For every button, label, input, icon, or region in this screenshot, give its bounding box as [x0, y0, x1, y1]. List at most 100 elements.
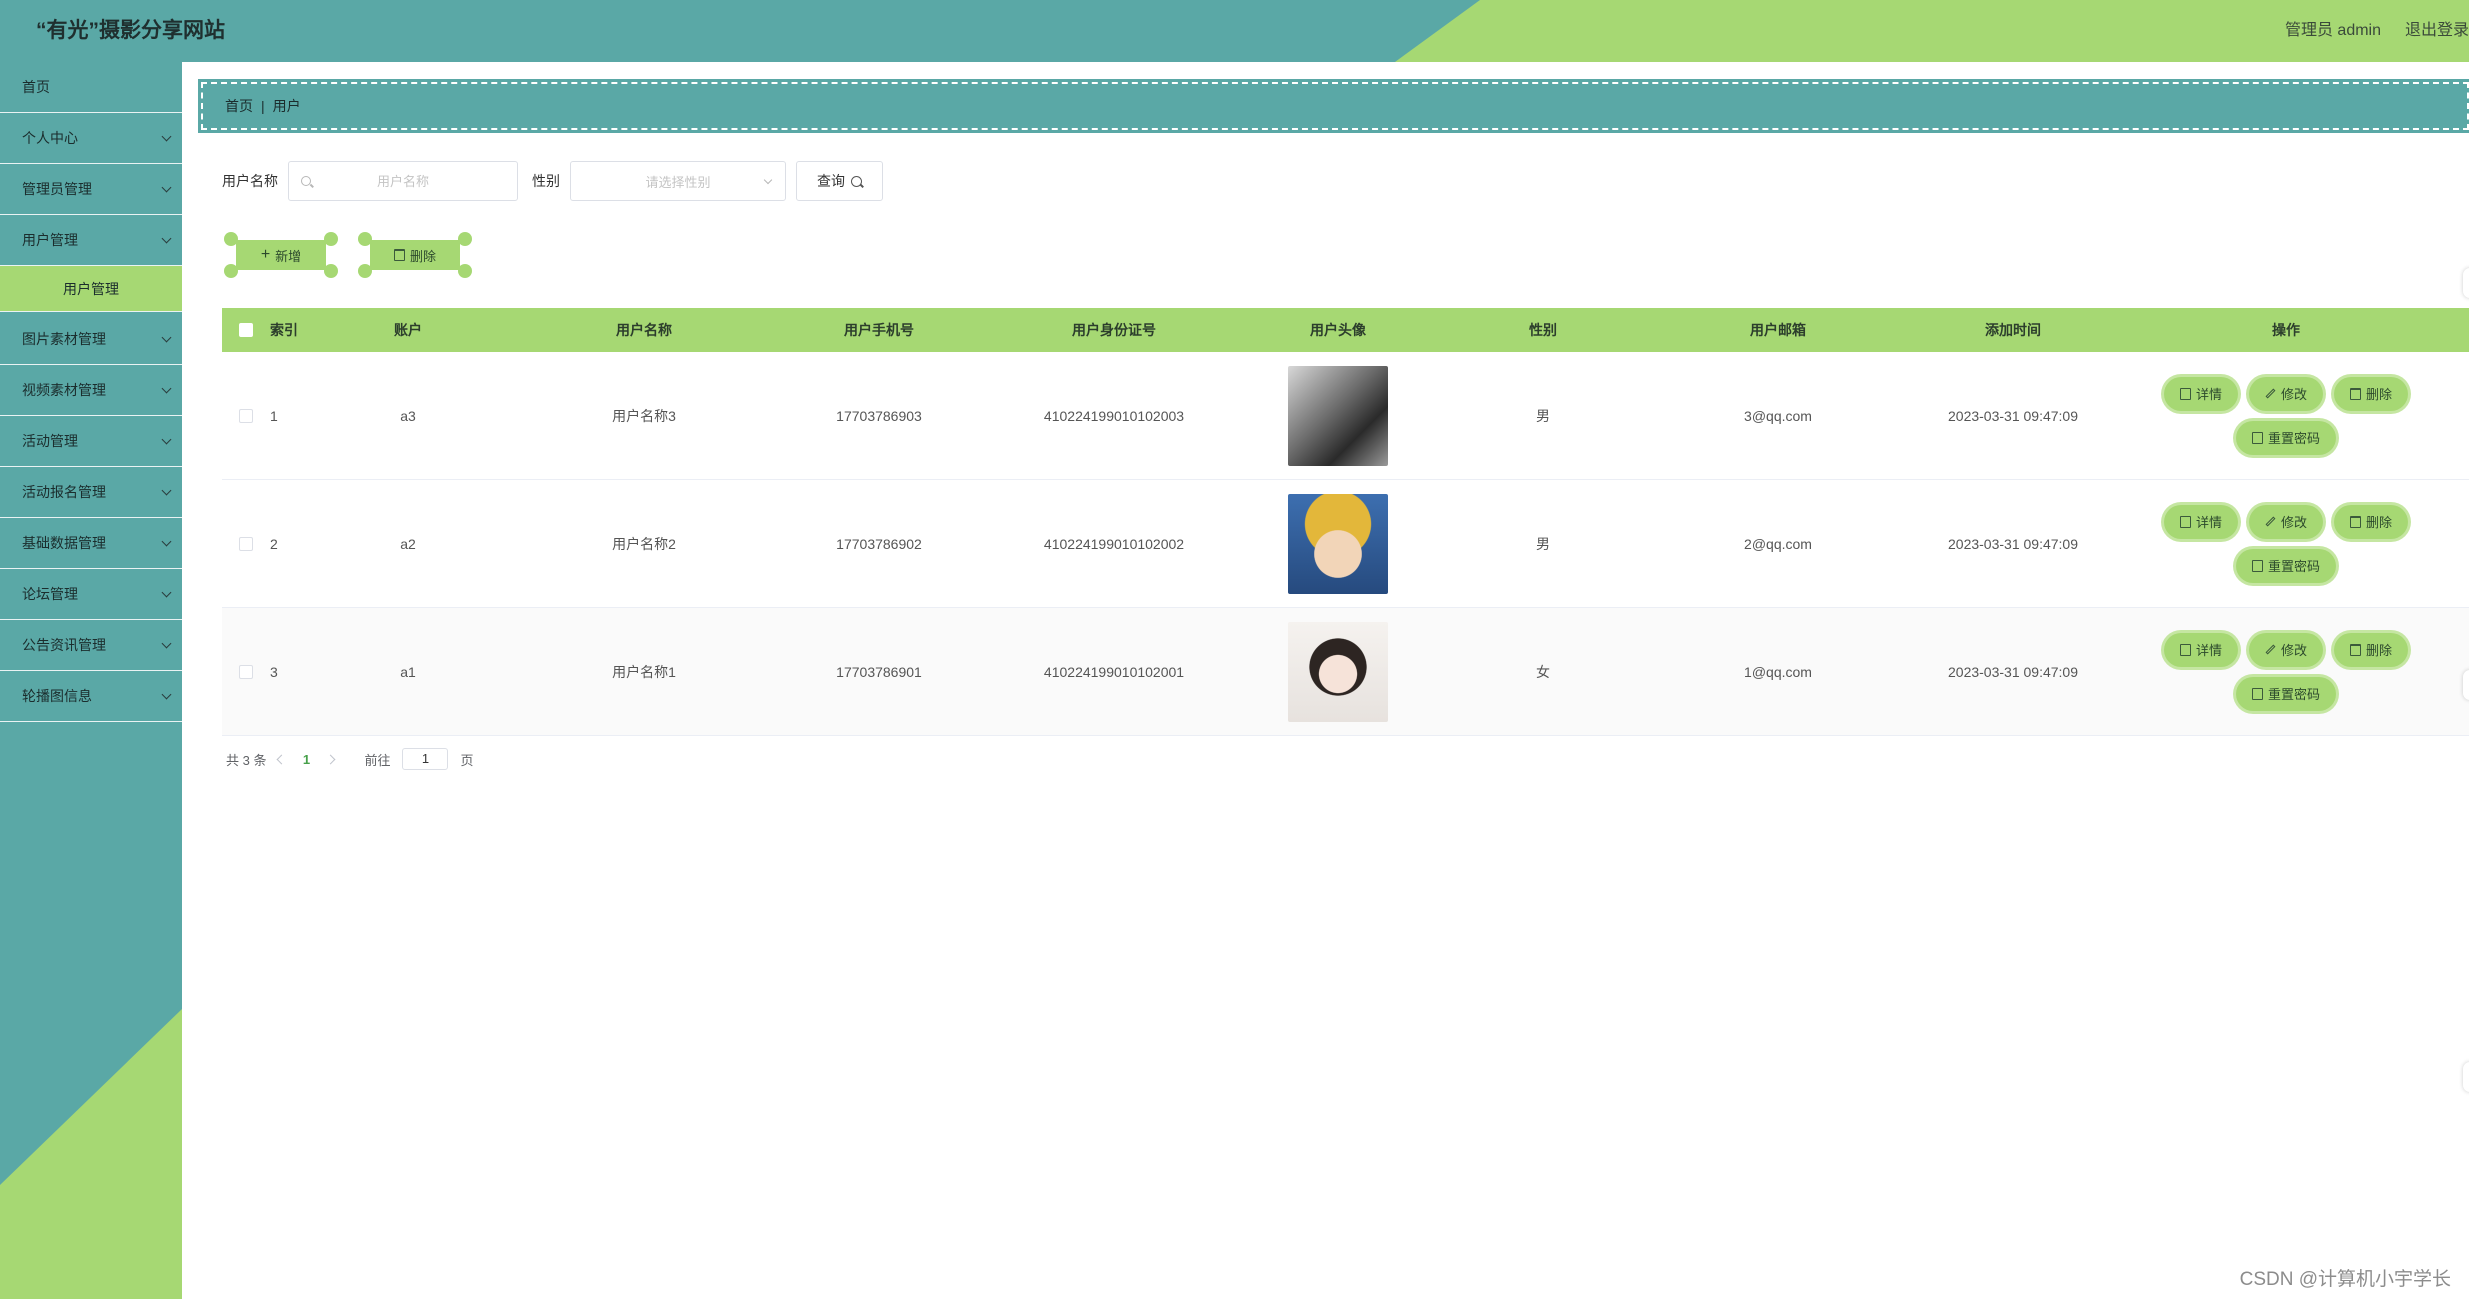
- row-checkbox[interactable]: [239, 536, 253, 551]
- chevron-left-icon[interactable]: [277, 754, 287, 764]
- sidebar-item-video-material[interactable]: 视频素材管理: [0, 365, 182, 416]
- edit-button[interactable]: 修改: [2248, 376, 2323, 411]
- cell-phone: 17703786902: [836, 535, 922, 552]
- chevron-down-icon: [161, 689, 172, 700]
- row-checkbox[interactable]: [239, 664, 253, 679]
- reset-password-button[interactable]: 重置密码: [2235, 420, 2336, 455]
- scroll-handle[interactable]: [2463, 670, 2469, 700]
- trash-icon: [2350, 387, 2361, 400]
- delete-button[interactable]: 删除: [2334, 632, 2409, 667]
- page-number-current[interactable]: 1: [297, 752, 315, 767]
- delete-label: 删除: [2366, 515, 2393, 530]
- column-header: 用户手机号: [844, 322, 914, 338]
- cell-idcard: 410224199010102002: [1043, 535, 1185, 552]
- reset-password-button[interactable]: 重置密码: [2235, 548, 2336, 583]
- sidebar-subitem-user-management[interactable]: 用户管理: [0, 266, 182, 312]
- row-actions: 详情 修改 删除 重置密码: [2150, 504, 2416, 583]
- sidebar-item-label: 论坛管理: [22, 586, 78, 602]
- scroll-handle[interactable]: [2463, 268, 2469, 298]
- sidebar-item-home[interactable]: 首页: [0, 62, 182, 113]
- delete-button[interactable]: 删除: [2334, 376, 2409, 411]
- trash-icon: [2350, 643, 2361, 656]
- column-header: 添加时间: [1985, 322, 2041, 338]
- reset-password-button[interactable]: 重置密码: [2235, 676, 2336, 711]
- logout-link[interactable]: 退出登录: [2405, 0, 2469, 62]
- document-icon: [2251, 687, 2263, 700]
- goto-prefix: 前往: [364, 752, 391, 768]
- breadcrumb-home[interactable]: 首页: [225, 96, 253, 116]
- cell-time: 2023-03-31 09:47:09: [1948, 663, 2078, 680]
- table-header: 索引 账户 用户名称 用户手机号 用户身份证号 用户头像 性别 用户邮箱 添加时…: [222, 308, 2469, 352]
- user-avatar[interactable]: [1288, 621, 1388, 722]
- chevron-down-icon: [161, 131, 172, 142]
- sex-label: 性别: [532, 173, 560, 189]
- cell-name: 用户名称1: [612, 663, 676, 680]
- sidebar-item-label: 首页: [22, 79, 50, 95]
- breadcrumb-separator: |: [261, 98, 265, 114]
- cell-index: 1: [270, 407, 278, 424]
- cell-time: 2023-03-31 09:47:09: [1948, 535, 2078, 552]
- sidebar-item-label: 视频素材管理: [22, 382, 106, 398]
- cell-sex: 女: [1536, 663, 1550, 680]
- sidebar-item-label: 管理员管理: [22, 181, 92, 197]
- toolbar: + 新增 删除: [222, 230, 474, 280]
- chevron-right-icon[interactable]: [326, 754, 336, 764]
- detail-button[interactable]: 详情: [2163, 376, 2238, 411]
- column-header: 账户: [394, 322, 422, 338]
- detail-button[interactable]: 详情: [2163, 632, 2238, 667]
- cell-index: 3: [270, 663, 278, 680]
- sidebar-item-admin-management[interactable]: 管理员管理: [0, 164, 182, 215]
- sidebar-item-activity-signup[interactable]: 活动报名管理: [0, 467, 182, 518]
- sidebar-item-label: 个人中心: [22, 130, 78, 146]
- sidebar-item-label: 图片素材管理: [22, 331, 106, 347]
- sidebar-item-image-material[interactable]: 图片素材管理: [0, 314, 182, 365]
- query-button[interactable]: 查询: [796, 161, 883, 201]
- delete-label: 删除: [2366, 643, 2393, 658]
- chevron-down-icon: [763, 175, 773, 185]
- goto-page-input[interactable]: 1: [402, 748, 449, 770]
- sex-select[interactable]: 请选择性别: [570, 161, 786, 201]
- chevron-down-icon: [161, 383, 172, 394]
- cell-sex: 男: [1536, 535, 1550, 552]
- sidebar-decoration: [0, 1009, 182, 1299]
- delete-label: 删除: [2366, 387, 2393, 402]
- document-icon: [2179, 387, 2191, 400]
- edit-icon: [2265, 388, 2276, 399]
- document-icon: [2179, 515, 2191, 528]
- chevron-down-icon: [161, 182, 172, 193]
- delete-button[interactable]: 删除: [2334, 504, 2409, 539]
- sidebar-item-user-management[interactable]: 用户管理: [0, 215, 182, 266]
- row-checkbox[interactable]: [239, 408, 253, 423]
- user-avatar[interactable]: [1288, 365, 1388, 466]
- detail-button[interactable]: 详情: [2163, 504, 2238, 539]
- sidebar-item-basic-data[interactable]: 基础数据管理: [0, 518, 182, 569]
- cell-account: a1: [400, 663, 416, 680]
- sidebar-item-label: 基础数据管理: [22, 535, 106, 551]
- site-title: “有光”摄影分享网站: [36, 19, 225, 42]
- column-header: 用户名称: [616, 322, 672, 338]
- name-search-input[interactable]: [289, 162, 517, 200]
- batch-delete-button[interactable]: 删除: [356, 230, 474, 280]
- trash-icon: [2350, 515, 2361, 528]
- sidebar-item-label: 活动管理: [22, 433, 78, 449]
- scroll-handle[interactable]: [2463, 1062, 2469, 1092]
- name-search-box: [288, 161, 518, 201]
- edit-button[interactable]: 修改: [2248, 504, 2323, 539]
- sidebar: 首页 个人中心 管理员管理 用户管理 用户管理 图片素材管理 视频素材管理 活动…: [0, 62, 182, 1299]
- chevron-down-icon: [161, 485, 172, 496]
- column-header: 用户头像: [1310, 322, 1366, 338]
- sidebar-item-announcement[interactable]: 公告资讯管理: [0, 620, 182, 671]
- watermark: CSDN @计算机小宇学长: [2239, 1269, 2451, 1290]
- sidebar-item-activity[interactable]: 活动管理: [0, 416, 182, 467]
- add-button-label: 新增: [275, 248, 302, 264]
- cell-index: 2: [270, 535, 278, 552]
- sidebar-item-carousel[interactable]: 轮播图信息: [0, 671, 182, 722]
- user-avatar[interactable]: [1288, 493, 1388, 594]
- breadcrumb: 首页 | 用户: [198, 79, 2469, 133]
- select-all-checkbox[interactable]: [239, 323, 253, 337]
- sidebar-item-forum[interactable]: 论坛管理: [0, 569, 182, 620]
- add-button[interactable]: + 新增: [222, 230, 340, 280]
- edit-button[interactable]: 修改: [2248, 632, 2323, 667]
- column-header: 用户邮箱: [1750, 322, 1806, 338]
- sidebar-item-personal-center[interactable]: 个人中心: [0, 113, 182, 164]
